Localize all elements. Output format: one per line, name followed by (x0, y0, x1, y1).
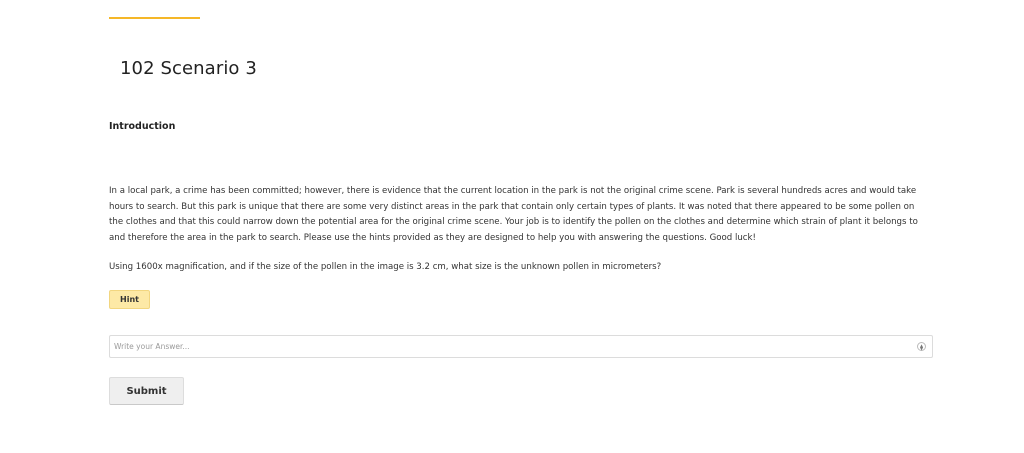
answer-input[interactable] (114, 336, 904, 357)
chevron-down-icon: ▼ (919, 345, 924, 351)
question-text: Using 1600x magnification, and if the si… (109, 262, 662, 272)
accent-divider (109, 17, 200, 19)
section-heading: Introduction (109, 121, 176, 132)
page: 102 Scenario 3 Introduction In a local p… (0, 0, 1024, 453)
scenario-description: In a local park, a crime has been commit… (109, 186, 918, 243)
stepper-icon[interactable]: ▲ ▼ (917, 342, 926, 351)
hint-button[interactable]: Hint (109, 290, 150, 309)
page-title: 102 Scenario 3 (120, 58, 257, 79)
answer-field: ▲ ▼ (109, 335, 933, 358)
submit-button[interactable]: Submit (109, 377, 184, 405)
